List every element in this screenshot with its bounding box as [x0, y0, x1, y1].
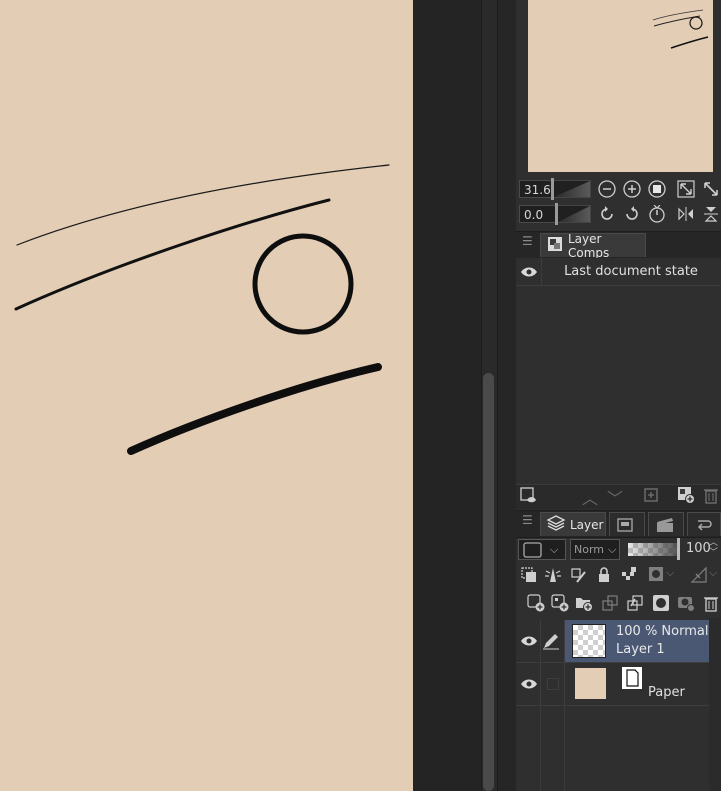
navigator-preview[interactable] — [528, 0, 713, 172]
layer-color-icon — [523, 541, 542, 558]
column-divider — [564, 663, 565, 705]
new-folder-icon[interactable] — [575, 594, 593, 615]
reference-layer-icon[interactable] — [544, 566, 562, 587]
lock-transparent-pixels-icon[interactable] — [620, 566, 638, 587]
reset-rotation-icon[interactable] — [647, 204, 667, 224]
layer-property-icon — [617, 517, 633, 532]
layer-row[interactable]: 100 % Normal Layer 1 — [516, 620, 709, 663]
layer-comp-new-icon[interactable] — [519, 486, 537, 507]
opacity-value[interactable]: 100 — [686, 541, 711, 556]
layer-comps-list — [516, 258, 721, 484]
fit-to-window-icon[interactable] — [701, 179, 721, 199]
medium-stroke — [14, 198, 331, 311]
layer-name: Paper — [648, 685, 685, 700]
clapper-icon — [657, 517, 673, 532]
move-up-icon[interactable]: ︿ — [582, 485, 598, 509]
paper-layer-icon — [622, 667, 642, 689]
flip-horizontal-icon[interactable] — [676, 204, 696, 224]
layer-info: 100 % Normal — [616, 624, 709, 639]
move-down-icon[interactable]: ﹀ — [607, 485, 623, 509]
zoom-in-icon[interactable] — [622, 179, 642, 199]
thin-stroke — [16, 164, 390, 246]
tab-layer[interactable]: Layer — [540, 512, 606, 536]
column-divider — [540, 620, 541, 662]
edit-target-checkbox[interactable] — [547, 678, 559, 690]
layer-comps-icon — [547, 236, 563, 255]
chevron-down-icon: ⌵ — [608, 542, 617, 556]
rotate-right-icon[interactable] — [622, 204, 642, 224]
transfer-to-lower-layer-icon[interactable] — [601, 594, 619, 615]
panel-menu-icon[interactable]: ☰ — [522, 234, 533, 248]
layer-comp-label: Last document state — [564, 264, 698, 279]
paper-thumbnail — [575, 668, 606, 699]
navigator-thumbnail — [652, 9, 709, 49]
rotation-input[interactable]: 0.0 — [519, 205, 557, 223]
combine-to-lower-layer-icon[interactable] — [626, 594, 644, 615]
history-icon — [697, 519, 712, 531]
canvas-gutter — [413, 0, 481, 791]
rotation-slider[interactable] — [557, 205, 591, 223]
trash-icon[interactable] — [702, 486, 720, 507]
eye-icon[interactable] — [520, 266, 538, 281]
create-comp-icon[interactable] — [677, 486, 695, 507]
column-divider — [540, 705, 541, 791]
pen-edit-icon[interactable] — [542, 632, 560, 653]
tab-layer-property[interactable] — [609, 512, 645, 536]
layer-list-scrollbar[interactable] — [709, 618, 721, 791]
chevron-down-icon[interactable]: ⌵ — [666, 566, 674, 580]
layer-thumbnail — [572, 624, 606, 658]
draft-layer-icon[interactable] — [569, 566, 587, 587]
zoom-out-icon[interactable] — [597, 179, 617, 199]
layer-row[interactable]: Paper — [516, 663, 709, 706]
chevron-down-icon: ⌵ — [550, 542, 559, 556]
clip-lower-layer-icon[interactable] — [520, 566, 538, 587]
chevron-down-icon[interactable]: ⌵ — [709, 566, 717, 580]
circle-stroke — [252, 233, 354, 335]
rotate-left-icon[interactable] — [597, 204, 617, 224]
tab-history[interactable] — [687, 512, 721, 536]
ruler-range-icon[interactable] — [690, 566, 708, 587]
layer-name: Layer 1 — [616, 642, 665, 657]
zoom-slider[interactable] — [553, 180, 591, 198]
blend-mode-dropdown[interactable]: Norm ⌵ — [570, 539, 620, 560]
zoom-input[interactable]: 31.6 — [519, 180, 553, 198]
blend-mode-value: Norm — [574, 543, 604, 556]
thick-stroke — [127, 363, 382, 455]
canvas-strokes — [14, 164, 390, 455]
duplicate-icon[interactable] — [642, 486, 660, 507]
opacity-slider-handle[interactable] — [677, 538, 680, 560]
new-vector-layer-icon[interactable] — [551, 594, 569, 615]
delete-layer-icon[interactable] — [702, 594, 720, 615]
column-divider — [564, 705, 565, 791]
drawing-canvas[interactable] — [0, 0, 413, 791]
actual-size-icon[interactable] — [647, 179, 667, 199]
column-divider — [540, 663, 541, 705]
mask-enable-icon[interactable] — [648, 566, 666, 587]
create-layer-mask-icon[interactable] — [652, 594, 670, 615]
flip-vertical-icon[interactable] — [701, 204, 721, 224]
tab-label: Layer Comps — [568, 231, 610, 260]
layers-icon — [546, 514, 566, 535]
rotation-slider-handle[interactable] — [555, 203, 558, 225]
eye-icon[interactable] — [520, 635, 538, 650]
zoom-slider-handle[interactable] — [551, 178, 554, 200]
opacity-spinner[interactable]: ︿ ﹀ — [709, 538, 718, 558]
new-raster-layer-icon[interactable] — [527, 594, 545, 615]
tab-layer-comps[interactable]: Layer Comps — [540, 231, 646, 260]
eye-icon[interactable] — [520, 678, 538, 693]
panel-divider[interactable] — [497, 0, 517, 791]
panel-menu-icon[interactable]: ☰ — [522, 513, 533, 527]
tab-animation[interactable] — [648, 512, 684, 536]
apply-mask-icon[interactable] — [677, 594, 695, 615]
opacity-slider[interactable] — [628, 543, 678, 556]
list-item[interactable]: Last document state — [516, 258, 721, 286]
vertical-scrollbar-thumb[interactable] — [483, 373, 494, 791]
lock-icon[interactable] — [595, 566, 613, 587]
color-mode-dropdown[interactable]: ⌵ — [518, 539, 566, 560]
fit-to-navigator-icon[interactable] — [676, 179, 696, 199]
tab-label: Layer — [570, 517, 604, 532]
